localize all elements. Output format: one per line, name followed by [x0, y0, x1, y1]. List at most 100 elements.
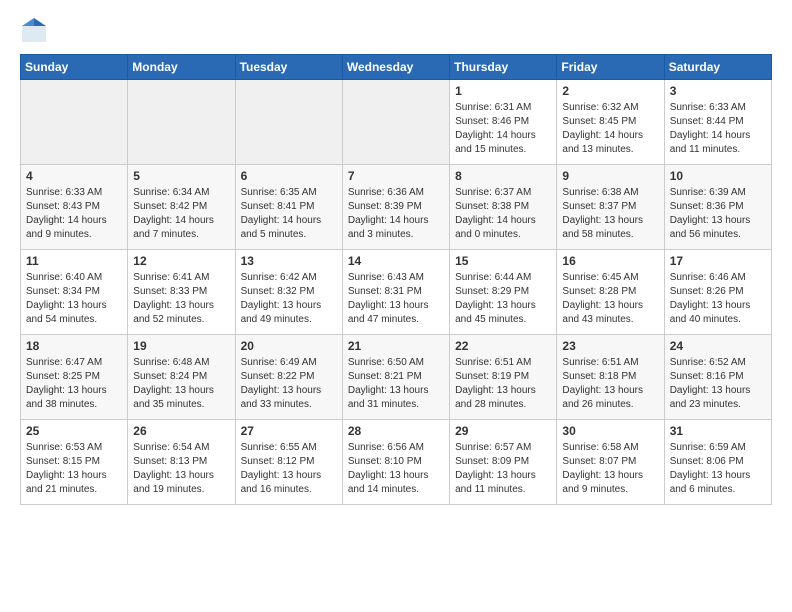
day-info: Sunrise: 6:43 AMSunset: 8:31 PMDaylight:… [348, 271, 444, 327]
header-cell-wednesday: Wednesday [342, 55, 449, 80]
day-cell: 8Sunrise: 6:37 AMSunset: 8:38 PMDaylight… [450, 165, 557, 250]
header-cell-monday: Monday [128, 55, 235, 80]
day-info: Sunrise: 6:33 AMSunset: 8:44 PMDaylight:… [670, 101, 766, 157]
logo [20, 16, 52, 44]
day-cell: 30 Sunrise: 6:58 AMSunset: 8:07 PMDayligh… [557, 420, 664, 505]
day-number: 24 [670, 339, 766, 353]
day-info: Sunrise: 6:55 AMSunset: 8:12 PMDaylight:… [241, 441, 337, 497]
header-cell-sunday: Sunday [21, 55, 128, 80]
day-number: 26 [133, 424, 229, 438]
day-info: Sunrise: 6:45 AMSunset: 8:28 PMDaylight:… [562, 271, 658, 327]
day-number: 2 [562, 84, 658, 98]
day-number: 4 [26, 169, 122, 183]
day-number: 10 [670, 169, 766, 183]
day-cell: 31Sunrise: 6:59 AMSunset: 8:06 PMDayligh… [664, 420, 771, 505]
calendar-table: SundayMondayTuesdayWednesdayThursdayFrid… [20, 54, 772, 505]
day-info: Sunrise: 6:51 AMSunset: 8:19 PMDaylight:… [455, 356, 551, 412]
day-info: Sunrise: 6:58 AMSunset: 8:07 PMDaylight:… [562, 441, 658, 497]
week-row-5: 25Sunrise: 6:53 AMSunset: 8:15 PMDayligh… [21, 420, 772, 505]
day-info: Sunrise: 6:51 AMSunset: 8:18 PMDaylight:… [562, 356, 658, 412]
day-number: 9 [562, 169, 658, 183]
day-cell: 29Sunrise: 6:57 AMSunset: 8:09 PMDayligh… [450, 420, 557, 505]
day-info: Sunrise: 6:44 AMSunset: 8:29 PMDaylight:… [455, 271, 551, 327]
logo-icon [20, 16, 48, 44]
day-info: Sunrise: 6:38 AMSunset: 8:37 PMDaylight:… [562, 186, 658, 242]
day-info: Sunrise: 6:40 AMSunset: 8:34 PMDaylight:… [26, 271, 122, 327]
day-cell: 4Sunrise: 6:33 AMSunset: 8:43 PMDaylight… [21, 165, 128, 250]
day-info: Sunrise: 6:32 AMSunset: 8:45 PMDaylight:… [562, 101, 658, 157]
week-row-3: 11Sunrise: 6:40 AMSunset: 8:34 PMDayligh… [21, 250, 772, 335]
day-info: Sunrise: 6:49 AMSunset: 8:22 PMDaylight:… [241, 356, 337, 412]
day-cell: 7 Sunrise: 6:36 AMSunset: 8:39 PMDaylight… [342, 165, 449, 250]
header [20, 16, 772, 44]
day-cell: 25Sunrise: 6:53 AMSunset: 8:15 PMDayligh… [21, 420, 128, 505]
day-cell [342, 80, 449, 165]
day-cell: 6 Sunrise: 6:35 AMSunset: 8:41 PMDaylight… [235, 165, 342, 250]
calendar-body: 1Sunrise: 6:31 AMSunset: 8:46 PMDaylight… [21, 80, 772, 505]
day-cell: 22Sunrise: 6:51 AMSunset: 8:19 PMDayligh… [450, 335, 557, 420]
day-info: Sunrise: 6:54 AMSunset: 8:13 PMDaylight:… [133, 441, 229, 497]
day-cell: 2 Sunrise: 6:32 AMSunset: 8:45 PMDaylight… [557, 80, 664, 165]
week-row-1: 1Sunrise: 6:31 AMSunset: 8:46 PMDaylight… [21, 80, 772, 165]
day-info: Sunrise: 6:36 AMSunset: 8:39 PMDaylight:… [348, 186, 444, 242]
day-number: 19 [133, 339, 229, 353]
week-row-2: 4Sunrise: 6:33 AMSunset: 8:43 PMDaylight… [21, 165, 772, 250]
day-number: 12 [133, 254, 229, 268]
day-number: 6 [241, 169, 337, 183]
day-number: 18 [26, 339, 122, 353]
day-cell: 9 Sunrise: 6:38 AMSunset: 8:37 PMDaylight… [557, 165, 664, 250]
day-info: Sunrise: 6:37 AMSunset: 8:38 PMDaylight:… [455, 186, 551, 242]
header-cell-thursday: Thursday [450, 55, 557, 80]
day-cell: 3 Sunrise: 6:33 AMSunset: 8:44 PMDaylight… [664, 80, 771, 165]
day-number: 3 [670, 84, 766, 98]
day-number: 23 [562, 339, 658, 353]
day-cell: 16 Sunrise: 6:45 AMSunset: 8:28 PMDayligh… [557, 250, 664, 335]
day-cell: 1Sunrise: 6:31 AMSunset: 8:46 PMDaylight… [450, 80, 557, 165]
day-number: 31 [670, 424, 766, 438]
day-number: 7 [348, 169, 444, 183]
day-cell [235, 80, 342, 165]
day-cell: 15 Sunrise: 6:44 AMSunset: 8:29 PMDayligh… [450, 250, 557, 335]
day-number: 21 [348, 339, 444, 353]
day-info: Sunrise: 6:56 AMSunset: 8:10 PMDaylight:… [348, 441, 444, 497]
day-cell: 18 Sunrise: 6:47 AMSunset: 8:25 PMDayligh… [21, 335, 128, 420]
day-number: 28 [348, 424, 444, 438]
day-cell: 13 Sunrise: 6:42 AMSunset: 8:32 PMDayligh… [235, 250, 342, 335]
day-info: Sunrise: 6:34 AMSunset: 8:42 PMDaylight:… [133, 186, 229, 242]
day-cell: 5Sunrise: 6:34 AMSunset: 8:42 PMDaylight… [128, 165, 235, 250]
day-info: Sunrise: 6:35 AMSunset: 8:41 PMDaylight:… [241, 186, 337, 242]
day-info: Sunrise: 6:48 AMSunset: 8:24 PMDaylight:… [133, 356, 229, 412]
day-number: 15 [455, 254, 551, 268]
calendar-header: SundayMondayTuesdayWednesdayThursdayFrid… [21, 55, 772, 80]
page: SundayMondayTuesdayWednesdayThursdayFrid… [0, 0, 792, 521]
day-number: 13 [241, 254, 337, 268]
day-number: 16 [562, 254, 658, 268]
day-info: Sunrise: 6:50 AMSunset: 8:21 PMDaylight:… [348, 356, 444, 412]
day-cell: 20 Sunrise: 6:49 AMSunset: 8:22 PMDayligh… [235, 335, 342, 420]
day-number: 25 [26, 424, 122, 438]
day-number: 14 [348, 254, 444, 268]
day-cell: 28 Sunrise: 6:56 AMSunset: 8:10 PMDayligh… [342, 420, 449, 505]
day-cell: 24 Sunrise: 6:52 AMSunset: 8:16 PMDayligh… [664, 335, 771, 420]
day-info: Sunrise: 6:57 AMSunset: 8:09 PMDaylight:… [455, 441, 551, 497]
week-row-4: 18 Sunrise: 6:47 AMSunset: 8:25 PMDayligh… [21, 335, 772, 420]
day-number: 30 [562, 424, 658, 438]
day-number: 20 [241, 339, 337, 353]
day-number: 17 [670, 254, 766, 268]
day-cell [128, 80, 235, 165]
day-number: 27 [241, 424, 337, 438]
day-cell: 10Sunrise: 6:39 AMSunset: 8:36 PMDayligh… [664, 165, 771, 250]
day-cell: 19 Sunrise: 6:48 AMSunset: 8:24 PMDayligh… [128, 335, 235, 420]
header-cell-friday: Friday [557, 55, 664, 80]
day-info: Sunrise: 6:52 AMSunset: 8:16 PMDaylight:… [670, 356, 766, 412]
day-info: Sunrise: 6:46 AMSunset: 8:26 PMDaylight:… [670, 271, 766, 327]
day-cell: 21 Sunrise: 6:50 AMSunset: 8:21 PMDayligh… [342, 335, 449, 420]
day-cell: 23 Sunrise: 6:51 AMSunset: 8:18 PMDayligh… [557, 335, 664, 420]
day-info: Sunrise: 6:42 AMSunset: 8:32 PMDaylight:… [241, 271, 337, 327]
day-cell [21, 80, 128, 165]
header-cell-saturday: Saturday [664, 55, 771, 80]
day-cell: 17 Sunrise: 6:46 AMSunset: 8:26 PMDayligh… [664, 250, 771, 335]
header-row: SundayMondayTuesdayWednesdayThursdayFrid… [21, 55, 772, 80]
day-cell: 14 Sunrise: 6:43 AMSunset: 8:31 PMDayligh… [342, 250, 449, 335]
day-info: Sunrise: 6:47 AMSunset: 8:25 PMDaylight:… [26, 356, 122, 412]
